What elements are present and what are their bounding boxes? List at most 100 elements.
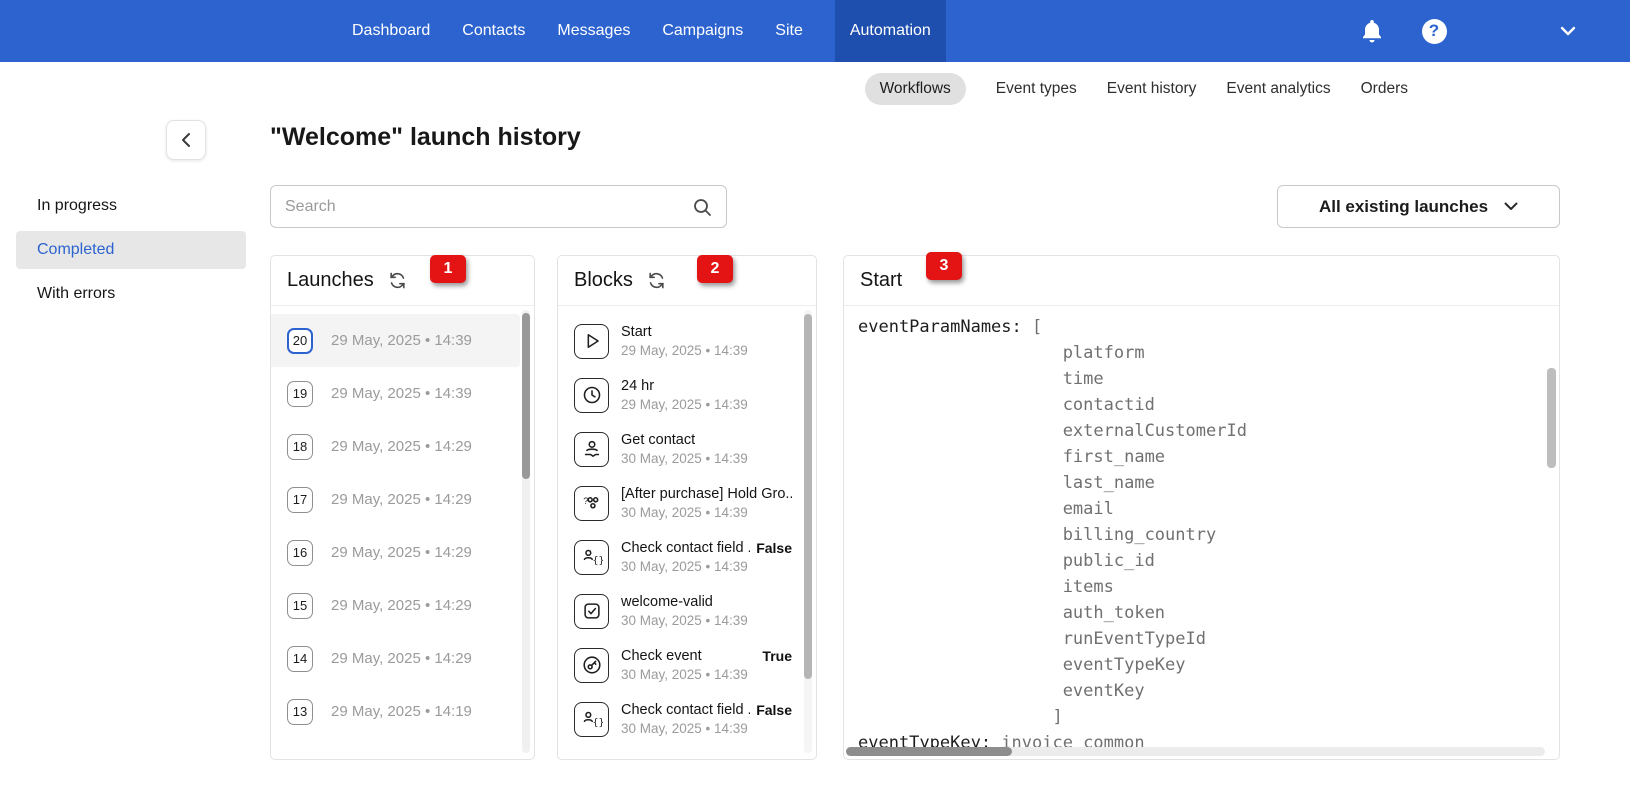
block-date: 30 May, 2025 • 14:39 xyxy=(621,559,748,574)
automation-subnav: Workflows Event types Event history Event a… xyxy=(0,62,1630,116)
code-line: runEventTypeId xyxy=(858,626,1545,652)
launch-row-20[interactable]: 20 29 May, 2025 • 14:39 xyxy=(271,314,520,367)
launch-row-18[interactable]: 18 29 May, 2025 • 14:29 xyxy=(271,420,520,473)
refresh-blocks-button[interactable] xyxy=(647,271,666,290)
block-row-after-purchase-hold-gro[interactable]: ? [After purchase] Hold Gro... 30 May, 202… xyxy=(558,476,802,530)
tab-workflows[interactable]: Workflows xyxy=(864,73,966,105)
code-line: ] xyxy=(858,704,1545,730)
status-filter-with-errors[interactable]: With errors xyxy=(16,275,246,313)
launch-number: 15 xyxy=(287,592,313,619)
nav-item-campaigns[interactable]: Campaigns xyxy=(662,0,743,62)
tab-orders[interactable]: Orders xyxy=(1361,80,1408,98)
status-filter-completed[interactable]: Completed xyxy=(16,231,246,269)
code-value: platform xyxy=(858,343,1145,363)
block-row-start[interactable]: Start 29 May, 2025 • 14:39 xyxy=(558,314,802,368)
code-line: billing_country xyxy=(858,522,1545,548)
launch-row-14[interactable]: 14 29 May, 2025 • 14:29 xyxy=(271,632,520,685)
block-body: Check contact field ... False 30 May, 2025… xyxy=(621,702,792,736)
launch-row-13[interactable]: 13 29 May, 2025 • 14:19 xyxy=(271,685,520,738)
account-menu-button[interactable] xyxy=(1548,0,1588,62)
nav-item-messages[interactable]: Messages xyxy=(557,0,630,62)
block-row-check-contact-field[interactable]: {} Check contact field ... False 30 May, 20… xyxy=(558,692,802,746)
launches-scrollbar-thumb[interactable] xyxy=(522,313,530,479)
nav-item-automation[interactable]: Automation xyxy=(834,0,946,62)
play-icon xyxy=(574,323,609,359)
search-icon xyxy=(694,198,711,216)
launch-filter-dropdown[interactable]: All existing launches xyxy=(1277,185,1560,228)
refresh-launches-button[interactable] xyxy=(388,271,407,290)
launch-number: 20 xyxy=(287,327,313,354)
start-code: eventParamNames: [ platform time contact… xyxy=(844,306,1559,764)
launch-date: 29 May, 2025 • 14:19 xyxy=(331,703,472,720)
svg-text:{}: {} xyxy=(592,555,603,566)
block-date: 29 May, 2025 • 14:39 xyxy=(621,343,748,358)
code-value: eventKey xyxy=(858,681,1145,701)
code-value: billing_country xyxy=(858,525,1217,545)
block-body: 24 hr 29 May, 2025 • 14:39 xyxy=(621,378,792,412)
help-button[interactable]: ? xyxy=(1414,0,1454,62)
tab-event-history[interactable]: Event history xyxy=(1107,80,1197,98)
launch-row-15[interactable]: 15 29 May, 2025 • 14:29 xyxy=(271,579,520,632)
block-list: Start 29 May, 2025 • 14:39 24 hr 29 May, 20… xyxy=(558,306,816,754)
block-body: welcome-valid 30 May, 2025 • 14:39 xyxy=(621,594,792,628)
bell-icon xyxy=(1363,20,1381,43)
code-value: runEventTypeId xyxy=(858,629,1206,649)
back-button[interactable] xyxy=(166,120,206,160)
launches-panel-title: Launches xyxy=(287,269,374,291)
launch-date: 29 May, 2025 • 14:29 xyxy=(331,491,472,508)
block-title-row: welcome-valid xyxy=(621,594,792,610)
annotation-badge-1: 1 xyxy=(430,255,466,283)
launch-number: 13 xyxy=(287,698,313,725)
launch-number: 14 xyxy=(287,645,313,672)
code-line: items xyxy=(858,574,1545,600)
block-body: Check event True 30 May, 2025 • 14:39 xyxy=(621,648,792,682)
blocks-panel: Blocks 2 Start 29 May, 2025 • 14:39 24 hr 2… xyxy=(557,255,817,760)
code-line: public_id xyxy=(858,548,1545,574)
status-filter-list: In progress Completed With errors xyxy=(16,187,246,319)
blocks-scrollbar-thumb[interactable] xyxy=(804,314,812,679)
nav-item-dashboard[interactable]: Dashboard xyxy=(352,0,430,62)
code-value: auth_token xyxy=(858,603,1166,623)
code-value: last_name xyxy=(858,473,1155,493)
annotation-badge-2: 2 xyxy=(697,255,733,283)
block-title: Check contact field ... xyxy=(621,702,751,718)
block-row-check-contact-field[interactable]: {} Check contact field ... False 30 May, 20… xyxy=(558,530,802,584)
launch-row-16[interactable]: 16 29 May, 2025 • 14:29 xyxy=(271,526,520,579)
status-filter-in-progress[interactable]: In progress xyxy=(16,187,246,225)
nav-item-contacts[interactable]: Contacts xyxy=(462,0,525,62)
launch-row-17[interactable]: 17 29 May, 2025 • 14:29 xyxy=(271,473,520,526)
block-flag: False xyxy=(756,702,792,718)
checkbox-icon xyxy=(574,593,609,629)
block-row-get-contact[interactable]: Get contact 30 May, 2025 • 14:39 xyxy=(558,422,802,476)
hold-group-icon: ? xyxy=(574,485,609,521)
main-nav: Dashboard Contacts Messages Campaigns Site Au… xyxy=(352,0,946,62)
launch-date: 29 May, 2025 • 14:39 xyxy=(331,385,472,402)
search-input[interactable] xyxy=(285,197,692,216)
block-flag: True xyxy=(762,648,792,664)
block-title-row: Check contact field ... False xyxy=(621,540,792,556)
code-line: eventParamNames: [ xyxy=(858,314,1545,340)
block-row-check-event[interactable]: Check event True 30 May, 2025 • 14:39 xyxy=(558,638,802,692)
start-vertical-scrollbar-thumb[interactable] xyxy=(1547,368,1556,468)
blocks-panel-header: Blocks xyxy=(558,256,816,306)
block-row-24-hr[interactable]: 24 hr 29 May, 2025 • 14:39 xyxy=(558,368,802,422)
tab-event-types[interactable]: Event types xyxy=(996,80,1077,98)
start-horizontal-scrollbar-thumb[interactable] xyxy=(846,747,1012,756)
notifications-bell-icon[interactable] xyxy=(1352,0,1392,62)
chevron-left-icon xyxy=(182,133,190,147)
launches-panel: Launches 1 20 29 May, 2025 • 14:39 19 29 Ma… xyxy=(270,255,535,760)
nav-item-site[interactable]: Site xyxy=(775,0,803,62)
annotation-badge-3: 3 xyxy=(926,252,962,280)
tab-event-analytics[interactable]: Event analytics xyxy=(1226,80,1330,98)
launch-number: 16 xyxy=(287,539,313,566)
chevron-down-icon xyxy=(1504,202,1518,210)
code-line: eventTypeKey xyxy=(858,652,1545,678)
start-detail-panel: Start 3 eventParamNames: [ platform time… xyxy=(843,252,1560,760)
launch-number: 19 xyxy=(287,380,313,407)
launch-row-19[interactable]: 19 29 May, 2025 • 14:39 xyxy=(271,367,520,420)
launch-date: 29 May, 2025 • 14:39 xyxy=(331,332,472,349)
code-value: [ xyxy=(1021,317,1043,337)
search-box xyxy=(270,185,727,228)
block-title-row: Check event True xyxy=(621,648,792,664)
block-row-welcome-valid[interactable]: welcome-valid 30 May, 2025 • 14:39 xyxy=(558,584,802,638)
